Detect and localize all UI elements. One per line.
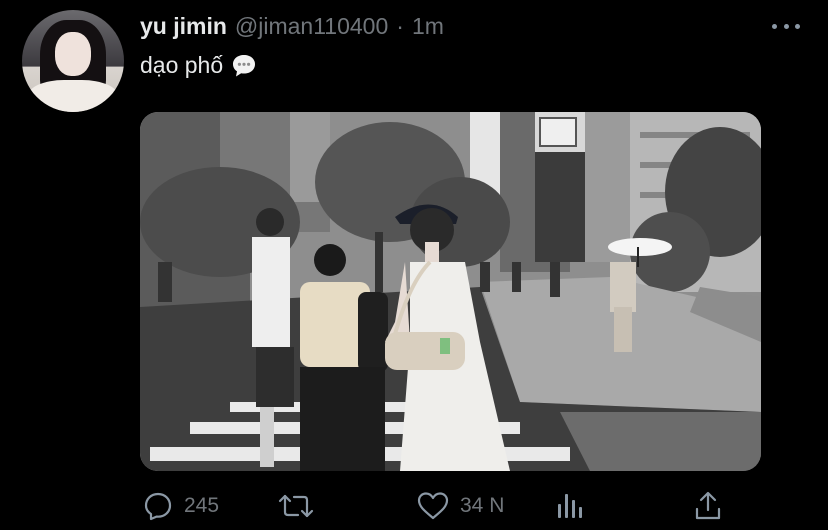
speech-bubble-icon	[231, 53, 257, 79]
avatar[interactable]	[22, 10, 124, 112]
tweet-body: dạo phố	[140, 52, 224, 78]
retweet-button[interactable]	[278, 486, 324, 526]
analytics-icon	[554, 490, 586, 522]
more-options-icon[interactable]	[772, 14, 800, 38]
tweet-photo[interactable]	[140, 112, 761, 471]
display-name[interactable]: yu jimin	[140, 13, 227, 40]
action-bar: 245 34 N	[140, 486, 740, 526]
more-dot	[772, 23, 777, 29]
more-dot	[783, 23, 789, 29]
reply-count: 245	[184, 494, 220, 517]
reply-icon	[142, 490, 174, 522]
like-button[interactable]: 34 N	[416, 486, 504, 526]
retweet-icon	[278, 490, 314, 522]
analytics-button[interactable]	[554, 486, 586, 526]
tweet-text: dạo phố	[140, 52, 257, 79]
reply-button[interactable]: 245	[142, 486, 219, 526]
more-dot	[795, 23, 800, 29]
separator-dot: ·	[396, 13, 404, 39]
timestamp[interactable]: 1m	[412, 13, 444, 40]
share-button[interactable]	[692, 486, 724, 526]
avatar-face	[55, 32, 91, 76]
street-photo	[140, 112, 761, 471]
tweet-header: yu jimin @jiman110400 · 1m	[140, 13, 444, 43]
like-icon	[416, 490, 450, 522]
avatar-shirt	[28, 80, 118, 112]
user-handle[interactable]: @jiman110400	[235, 13, 388, 40]
like-count: 34 N	[460, 494, 505, 517]
share-icon	[692, 490, 724, 522]
